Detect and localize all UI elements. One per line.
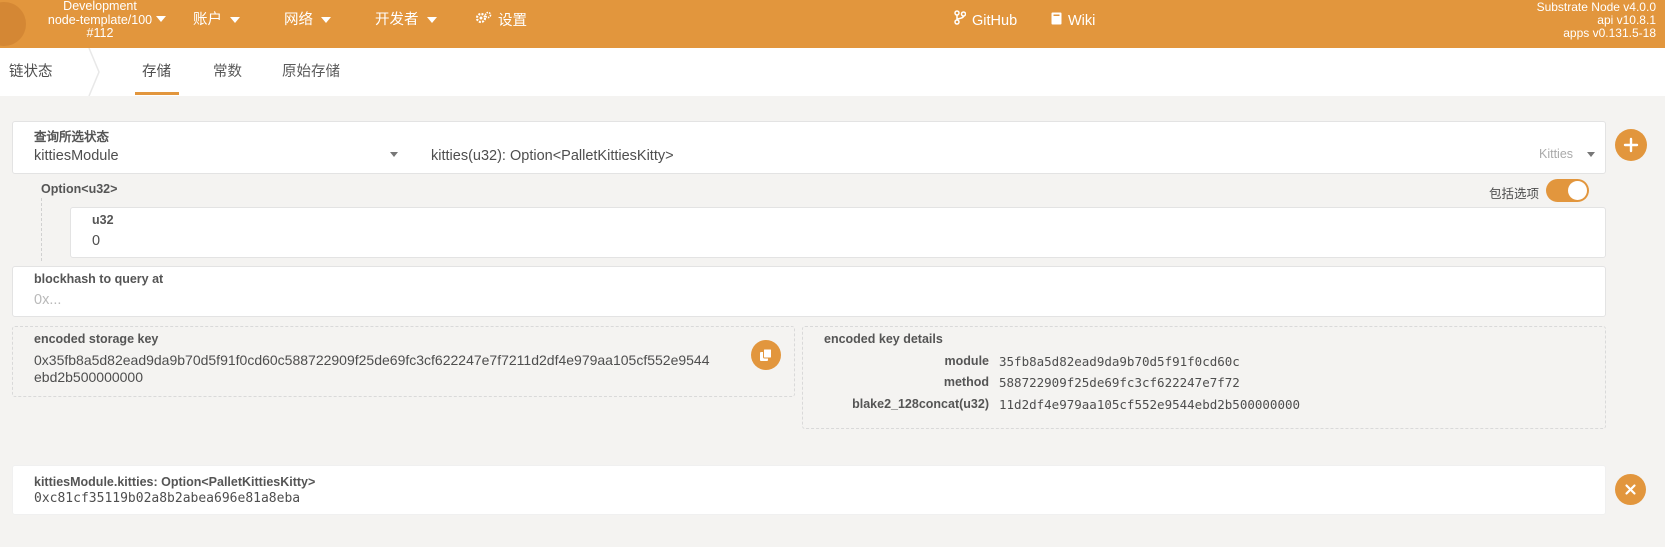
active-tab-indicator	[135, 92, 179, 95]
menu-developer[interactable]: 开发者	[375, 0, 437, 40]
menu-network[interactable]: 网络	[284, 0, 331, 40]
menu-developer-label: 开发者	[375, 12, 419, 28]
chevron-down-icon[interactable]	[1587, 152, 1595, 157]
detail-module-value: 35fb8a5d82ead9da9b70d5f91f0cd60c	[999, 354, 1240, 369]
blockhash-panel: blockhash to query at 0x...	[12, 266, 1606, 317]
detail-module-key: module	[944, 354, 989, 368]
toggle-knob	[1568, 181, 1587, 200]
result-label: kittiesModule.kitties: Option<PalletKitt…	[34, 475, 316, 489]
book-icon	[1051, 0, 1062, 40]
breadcrumb-separator-icon	[88, 48, 100, 96]
code-branch-icon	[954, 0, 967, 40]
detail-hasher-value: 11d2df4e979aa105cf552e9544ebd2b500000000	[999, 397, 1301, 412]
encoded-storage-key-panel: encoded storage key 0x35fb8a5d82ead9da9b…	[12, 326, 795, 397]
chevron-down-icon	[426, 17, 437, 24]
query-label: 查询所选状态	[34, 130, 110, 144]
detail-method-value: 588722909f25de69fc3cf622247e7f72	[999, 375, 1240, 390]
chevron-down-icon[interactable]	[390, 152, 398, 157]
chain-name: Development	[63, 0, 137, 13]
u32-param-panel: u32 0	[70, 207, 1606, 258]
menu-accounts[interactable]: 账户	[193, 0, 240, 40]
method-section-hint: Kitties	[1539, 147, 1574, 161]
plus-icon	[1623, 137, 1639, 153]
u32-input[interactable]: 0	[92, 233, 100, 249]
tab-constants[interactable]: 常数	[213, 48, 242, 96]
add-query-button[interactable]	[1615, 129, 1647, 161]
detail-method-key: method	[943, 375, 989, 389]
menu-settings[interactable]: 设置	[475, 0, 527, 40]
include-option-label: 包括选项	[1489, 187, 1540, 201]
chevron-down-icon	[156, 16, 166, 22]
method-select[interactable]: kitties(u32): Option<PalletKittiesKitty>	[431, 148, 674, 164]
tab-raw-storage[interactable]: 原始存储	[282, 48, 340, 96]
top-bar: Development node-template/100 #112 账户 网络…	[0, 0, 1665, 48]
chevron-down-icon	[321, 17, 331, 24]
close-icon	[1625, 484, 1636, 495]
u32-label: u32	[92, 213, 114, 227]
detail-hasher-key: blake2_128concat(u32)	[852, 397, 989, 411]
blockhash-input[interactable]: 0x...	[34, 292, 61, 308]
copy-button[interactable]	[751, 340, 781, 370]
tab-storage[interactable]: 存储	[142, 48, 171, 96]
section-title: 链状态	[9, 64, 53, 80]
module-select[interactable]: kittiesModule	[34, 148, 119, 164]
github-link[interactable]: GitHub	[954, 0, 1017, 40]
chain-selector[interactable]: Development node-template/100 #112	[30, 0, 170, 41]
remove-result-button[interactable]	[1615, 474, 1646, 505]
result-value: 0xc81cf35119b02a8b2abea696e81a8eba	[34, 491, 301, 506]
copy-icon	[760, 348, 772, 361]
apps-version: apps v0.131.5-18	[1563, 26, 1656, 40]
version-info: Substrate Node v4.0.0 api v10.8.1 apps v…	[1537, 1, 1656, 40]
option-type-label: Option<u32>	[41, 182, 118, 196]
menu-network-label: 网络	[284, 12, 313, 28]
encoded-key-line1: 0x35fb8a5d82ead9da9b70d5f91f0cd60c588722…	[34, 352, 710, 368]
sub-navigation: 链状态 存储 常数 原始存储	[0, 48, 1665, 96]
gears-icon	[475, 0, 492, 40]
chain-logo[interactable]	[0, 2, 26, 46]
menu-accounts-label: 账户	[193, 12, 222, 28]
key-details-label: encoded key details	[824, 332, 943, 346]
wiki-label: Wiki	[1068, 13, 1096, 29]
wiki-link[interactable]: Wiki	[1051, 0, 1095, 40]
encoded-key-line2: ebd2b500000000	[34, 369, 144, 385]
param-indent-line	[41, 198, 42, 261]
chain-runtime: node-template/100	[47, 12, 153, 27]
chevron-down-icon	[230, 17, 240, 24]
blockhash-label: blockhash to query at	[34, 272, 164, 286]
include-option-toggle[interactable]	[1546, 179, 1589, 202]
chain-block: #112	[86, 26, 114, 40]
encoded-key-details-panel: encoded key details module 35fb8a5d82ead…	[802, 326, 1606, 429]
encoded-key-label: encoded storage key	[34, 332, 159, 346]
query-result-panel: kittiesModule.kitties: Option<PalletKitt…	[12, 465, 1606, 515]
menu-settings-label: 设置	[498, 13, 527, 29]
github-label: GitHub	[972, 13, 1018, 29]
query-panel: 查询所选状态 kittiesModule kitties(u32): Optio…	[12, 121, 1606, 174]
